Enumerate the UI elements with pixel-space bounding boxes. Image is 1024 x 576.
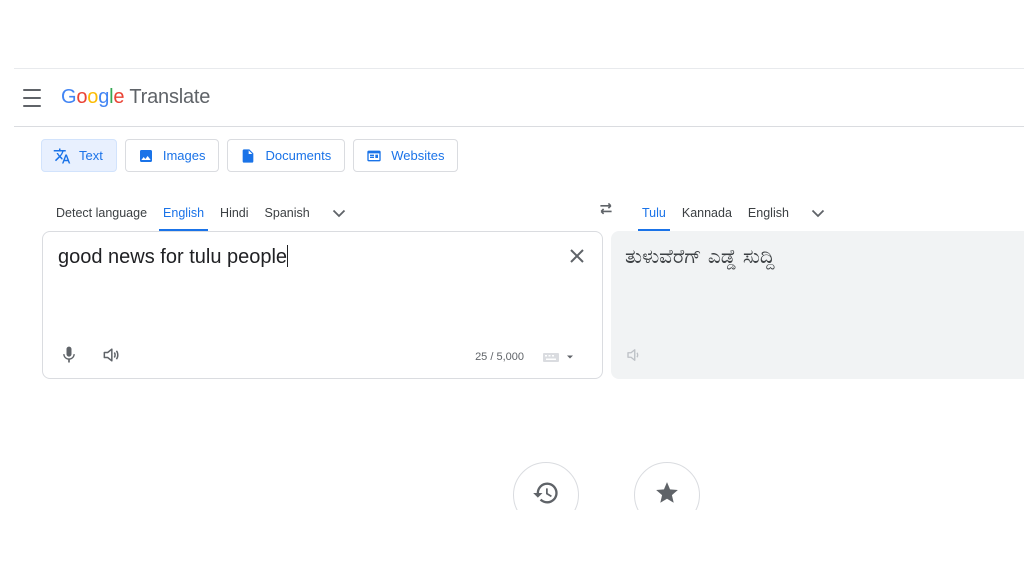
character-count: 25 / 5,000 [475, 351, 524, 363]
source-lang-detect[interactable]: Detect language [48, 194, 155, 231]
app-header: Google Translate [14, 68, 1024, 127]
google-translate-logo[interactable]: Google Translate [61, 86, 210, 109]
microphone-icon[interactable] [59, 345, 79, 365]
mode-text-button[interactable]: Text [41, 139, 117, 172]
document-icon [239, 147, 257, 165]
image-icon [137, 147, 155, 165]
chevron-down-icon[interactable] [324, 194, 354, 231]
mode-images-button[interactable]: Images [124, 139, 220, 172]
chevron-down-icon[interactable] [803, 194, 833, 231]
swap-languages-icon[interactable] [594, 199, 618, 219]
page-footer-area [0, 510, 1024, 576]
logo-letter: G [61, 86, 77, 108]
source-text-panel: good news for tulu people 25 / 5,000 [42, 231, 603, 379]
logo-letter: e [113, 86, 125, 108]
mode-websites-button[interactable]: Websites [353, 139, 459, 172]
target-lang-tulu[interactable]: Tulu [634, 194, 674, 231]
translation-mode-bar: Text Images Documents Websites [41, 139, 459, 172]
target-lang-english[interactable]: English [740, 194, 797, 231]
mode-label: Images [162, 148, 206, 163]
logo-letter: g [98, 86, 110, 108]
target-lang-kannada[interactable]: Kannada [674, 194, 740, 231]
speaker-icon[interactable] [625, 346, 645, 366]
source-text-input[interactable]: good news for tulu people [58, 244, 289, 270]
mode-documents-button[interactable]: Documents [227, 139, 346, 172]
text-caret [287, 245, 289, 267]
source-language-bar: Detect language English Hindi Spanish [48, 194, 354, 231]
source-lang-english[interactable]: English [155, 194, 212, 231]
keyboard-icon[interactable] [542, 349, 580, 365]
mode-label: Documents [265, 148, 332, 163]
speaker-icon[interactable] [101, 345, 123, 365]
caret-down-icon [567, 355, 573, 359]
logo-letter: o [76, 86, 88, 108]
source-text: good news for tulu people [58, 246, 288, 268]
translated-text: ತುಳುವೆರೆಗ್ ಎಡ್ಡೆ ಸುದ್ದಿ [625, 244, 775, 268]
mode-label: Text [79, 148, 103, 163]
website-icon [365, 147, 383, 165]
product-name: Translate [129, 86, 211, 108]
star-icon [654, 480, 680, 511]
translate-icon [53, 147, 71, 165]
source-lang-hindi[interactable]: Hindi [212, 194, 257, 231]
translation-output-panel: ತುಳುವೆರೆಗ್ ಎಡ್ಡೆ ಸುದ್ದಿ [611, 231, 1024, 379]
mode-label: Websites [391, 148, 445, 163]
close-icon[interactable] [568, 247, 586, 265]
history-icon [532, 479, 560, 512]
target-language-bar: Tulu Kannada English [634, 194, 833, 231]
logo-letter: o [87, 86, 99, 108]
main-menu-icon[interactable] [23, 88, 45, 107]
source-lang-spanish[interactable]: Spanish [257, 194, 318, 231]
